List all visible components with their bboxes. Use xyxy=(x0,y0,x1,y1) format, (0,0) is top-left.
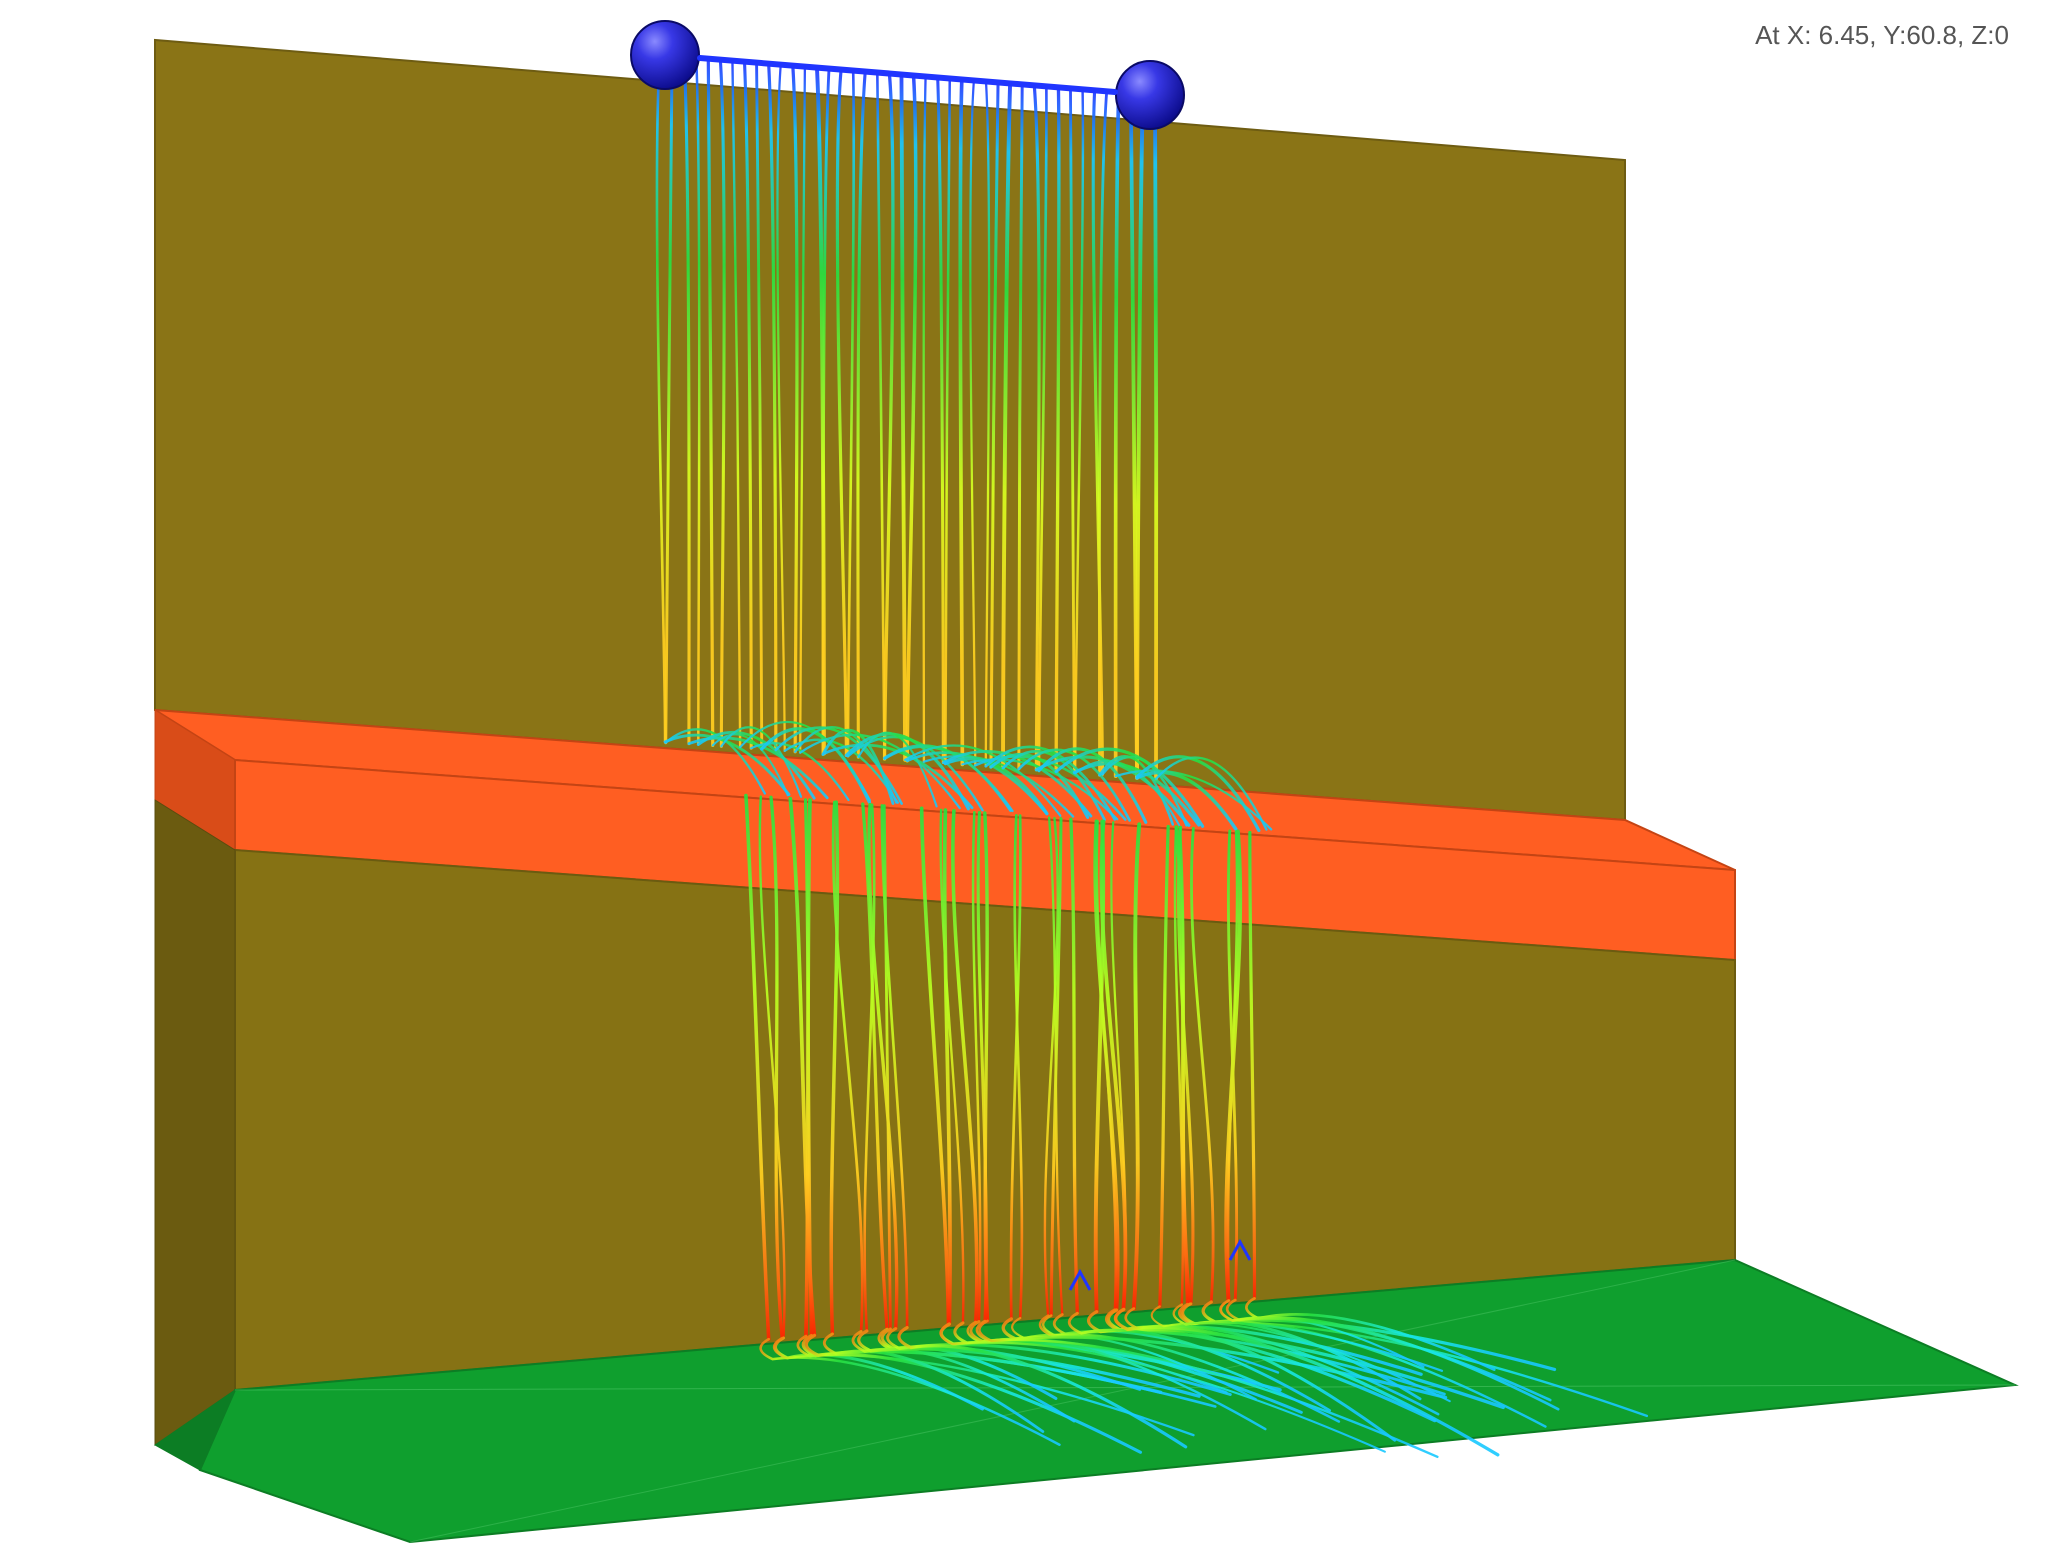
readout-y-value: 60.8 xyxy=(1906,20,1957,50)
readout-x-value: 6.45 xyxy=(1819,20,1870,50)
emitter-sphere-left xyxy=(631,21,699,89)
coordinate-readout: At X: 6.45, Y:60.8, Z:0 xyxy=(1755,20,2009,51)
wall-lower-side xyxy=(155,800,235,1445)
emitter-rake xyxy=(700,58,1115,92)
viewport-3d[interactable]: At X: 6.45, Y:60.8, Z:0 xyxy=(0,0,2059,1557)
scene-canvas[interactable] xyxy=(0,0,2059,1557)
readout-x-label: At X: xyxy=(1755,20,1819,50)
emitter-sphere-right xyxy=(1116,61,1184,129)
readout-z-value: 0 xyxy=(1995,20,2009,50)
readout-z-label: , Z: xyxy=(1957,20,1995,50)
readout-y-label: , Y: xyxy=(1869,20,1906,50)
